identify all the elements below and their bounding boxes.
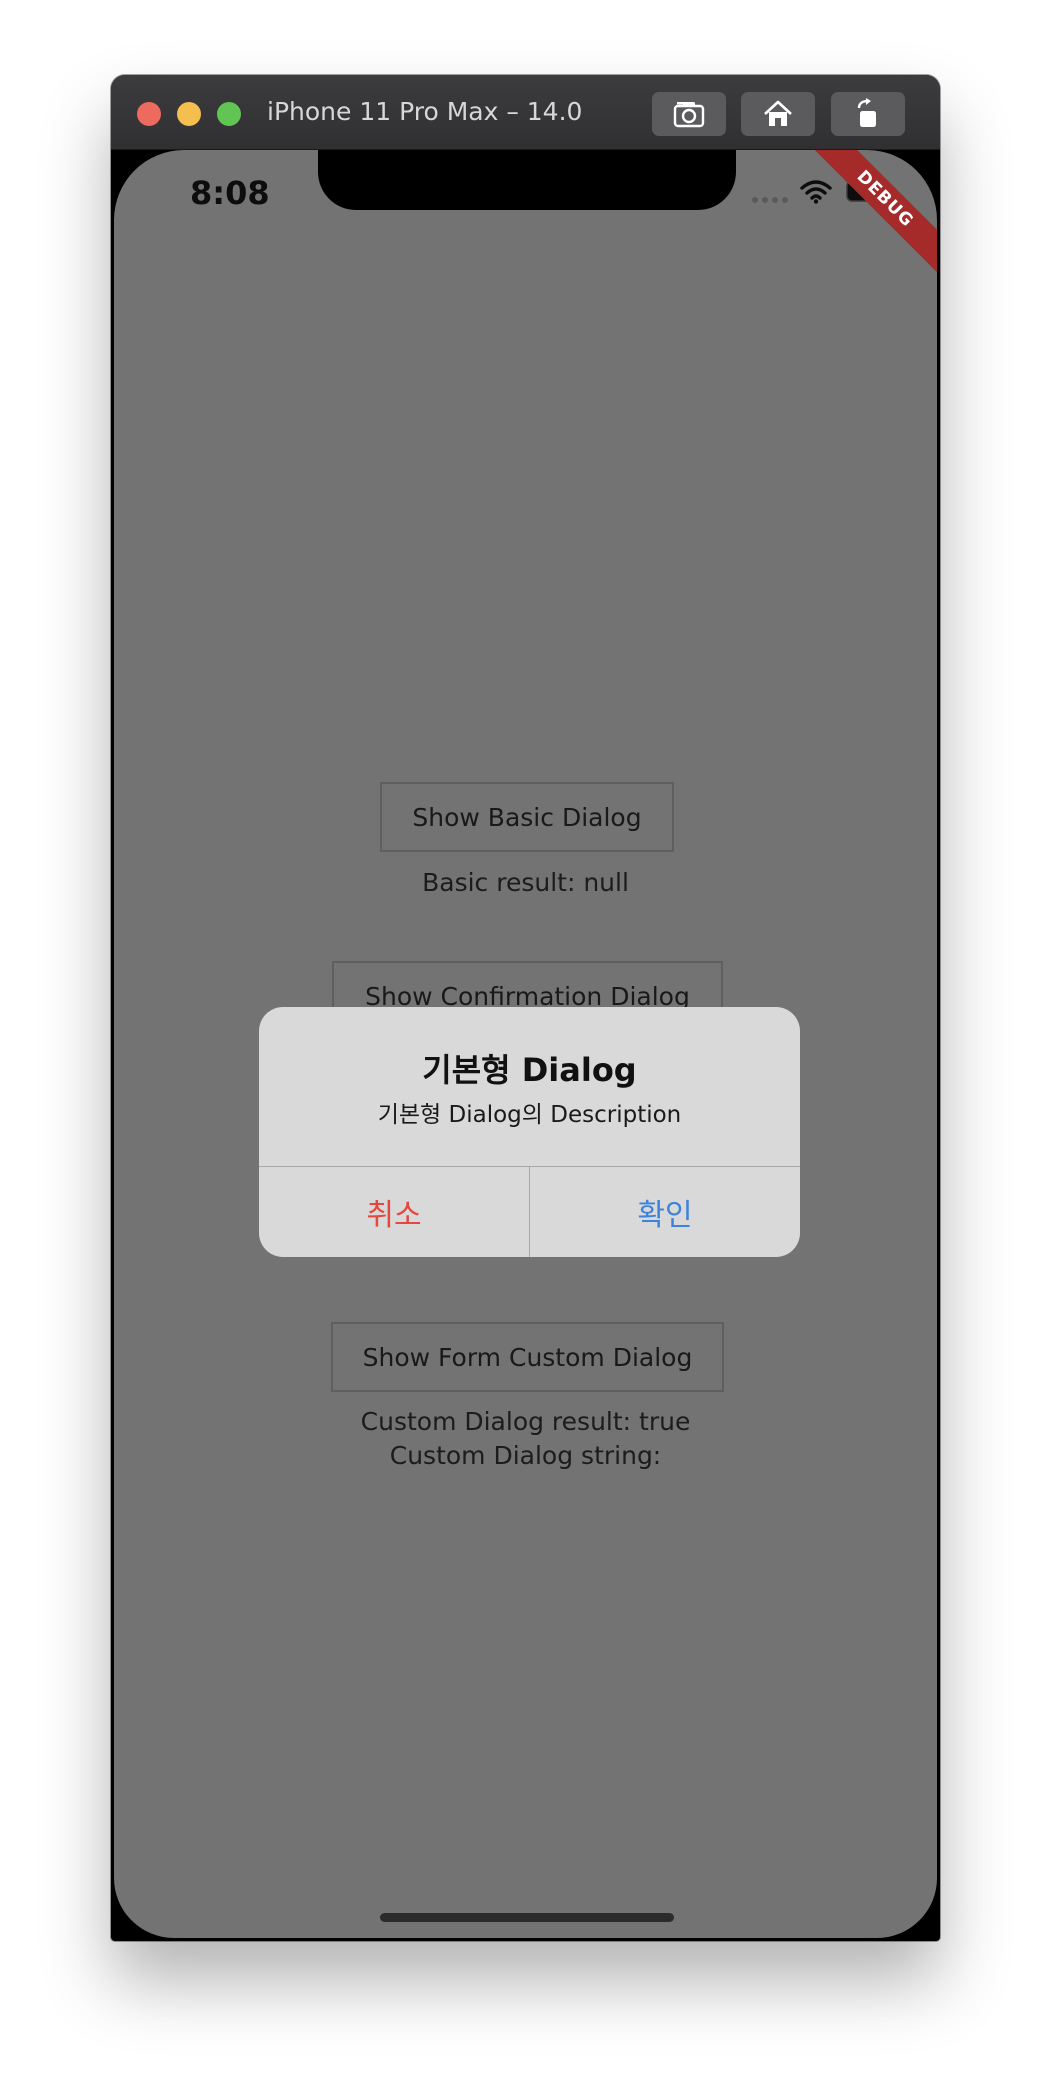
signal-icon <box>752 197 788 203</box>
custom-string-text: Custom Dialog string: <box>389 1441 662 1470</box>
dialog-description: 기본형 Dialog의 Description <box>377 1102 682 1128</box>
home-button[interactable] <box>741 92 815 136</box>
status-time: 8:08 <box>190 174 270 212</box>
close-window-button[interactable] <box>137 102 161 126</box>
simulator-window: iPhone 11 Pro Max – 14.0 8:08 DEBUG Show… <box>111 75 940 1941</box>
show-form-custom-dialog-button[interactable]: Show Form Custom Dialog <box>331 1322 724 1392</box>
alert-dialog: 기본형 Dialog 기본형 Dialog의 Description 취소 확인 <box>259 1007 800 1257</box>
debug-banner: DEBUG <box>803 150 937 281</box>
home-icon <box>764 100 792 126</box>
notch <box>318 150 736 210</box>
basic-result-text: Basic result: null <box>422 868 629 897</box>
dialog-cancel-button[interactable]: 취소 <box>259 1167 529 1257</box>
home-indicator[interactable] <box>380 1913 674 1922</box>
phone-screen: 8:08 DEBUG Show Basic Dialog Basic resul… <box>114 150 937 1938</box>
dialog-title: 기본형 Dialog <box>422 1051 637 1089</box>
title-bar: iPhone 11 Pro Max – 14.0 <box>111 75 940 150</box>
camera-icon <box>673 102 705 128</box>
window-title: iPhone 11 Pro Max – 14.0 <box>267 97 583 126</box>
custom-result-text: Custom Dialog result: true <box>360 1407 691 1436</box>
zoom-window-button[interactable] <box>217 102 241 126</box>
show-basic-dialog-button[interactable]: Show Basic Dialog <box>380 782 674 852</box>
rotate-icon <box>857 98 876 127</box>
minimize-window-button[interactable] <box>177 102 201 126</box>
dialog-confirm-button[interactable]: 확인 <box>530 1167 800 1257</box>
rotate-button[interactable] <box>831 92 905 136</box>
screenshot-button[interactable] <box>652 92 726 136</box>
wifi-icon <box>800 180 832 204</box>
